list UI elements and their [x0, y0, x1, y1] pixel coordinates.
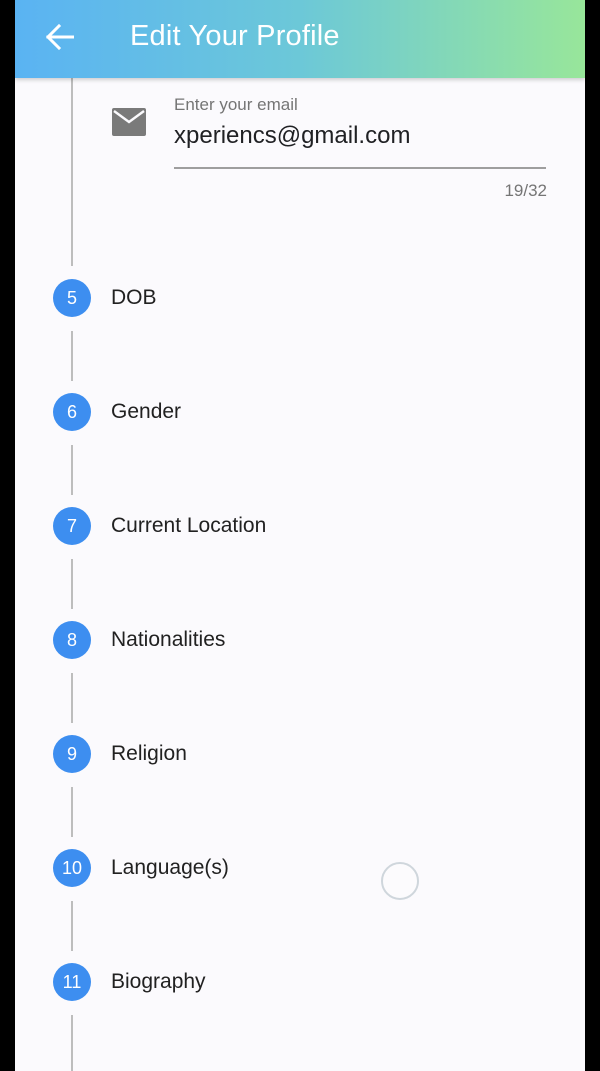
step-gender[interactable]: 6 Gender [53, 393, 181, 431]
character-counter: 19/32 [504, 181, 547, 200]
edit-profile-screen: Edit Your Profile Enter your email 19/32… [15, 0, 585, 1071]
email-field-underline [174, 167, 546, 169]
email-field[interactable] [174, 118, 546, 154]
step-number-badge: 5 [53, 279, 91, 317]
arrow-left-icon [46, 24, 74, 50]
stepper-connector [71, 901, 73, 951]
step-religion[interactable]: 9 Religion [53, 735, 187, 773]
step-label: Gender [111, 400, 182, 423]
step-number-badge: 7 [53, 507, 91, 545]
step-number-badge: 6 [53, 393, 91, 431]
step-current-location[interactable]: 7 Current Location [53, 507, 266, 545]
stepper-connector [71, 673, 73, 723]
step-biography[interactable]: 11 Biography [53, 963, 206, 1001]
step-label: Biography [111, 970, 206, 993]
touch-indicator [381, 862, 419, 900]
step-nationalities[interactable]: 8 Nationalities [53, 621, 225, 659]
step-number-badge: 9 [53, 735, 91, 773]
stepper-connector [71, 445, 73, 495]
stepper-connector [71, 331, 73, 381]
step-dob[interactable]: 5 DOB [53, 279, 157, 317]
stepper-connector [71, 1015, 73, 1071]
step-label: DOB [111, 286, 157, 309]
stepper-connector [71, 78, 73, 266]
page-title: Edit Your Profile [130, 20, 340, 52]
stepper-connector [71, 559, 73, 609]
back-button[interactable] [41, 18, 79, 56]
step-number-badge: 8 [53, 621, 91, 659]
step-label: Nationalities [111, 628, 226, 651]
step-number-badge: 11 [53, 963, 91, 1001]
email-field-label: Enter your email [174, 95, 298, 114]
mail-icon [112, 108, 146, 136]
step-label: Religion [111, 742, 187, 765]
step-label: Language(s) [111, 856, 229, 879]
step-number-badge: 10 [53, 849, 91, 887]
stepper-connector [71, 787, 73, 837]
step-label: Current Location [111, 514, 267, 537]
app-bar: Edit Your Profile [15, 0, 585, 78]
step-languages[interactable]: 10 Language(s) [53, 849, 229, 887]
